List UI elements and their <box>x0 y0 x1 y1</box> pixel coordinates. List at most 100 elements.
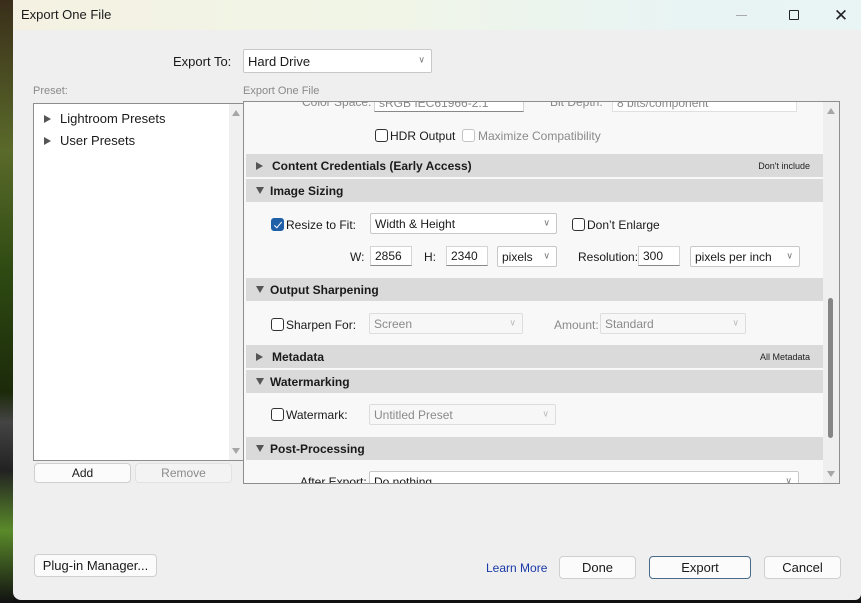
preset-item-user[interactable]: User Presets <box>44 133 135 148</box>
units-value: pixels <box>502 249 533 264</box>
chevron-down-icon: ∨ <box>543 217 550 228</box>
hdr-output-checkbox[interactable] <box>375 129 388 142</box>
resolution-units-value: pixels per inch <box>695 249 772 264</box>
section-metadata[interactable]: Metadata All Metadata <box>246 345 824 368</box>
resolution-label: Resolution: <box>578 250 639 264</box>
units-select[interactable]: pixels ∨ <box>497 246 557 267</box>
height-label: H: <box>424 250 436 264</box>
width-label: W: <box>350 250 365 264</box>
section-post-processing[interactable]: Post-Processing <box>246 437 824 460</box>
chevron-down-icon: ∨ <box>786 250 793 261</box>
color-space-label: Color Space: <box>302 101 372 109</box>
close-icon: ✕ <box>833 5 849 25</box>
section-content-credentials[interactable]: Content Credentials (Early Access) Don't… <box>246 154 824 177</box>
scroll-up-icon[interactable] <box>232 110 240 116</box>
resize-to-fit-label: Resize to Fit: <box>286 218 357 232</box>
section-title: Content Credentials (Early Access) <box>272 158 472 173</box>
height-input[interactable]: 2340 <box>446 246 488 266</box>
desktop-background <box>0 0 14 603</box>
section-title: Watermarking <box>270 374 350 389</box>
amount-select[interactable]: Standard ∨ <box>600 313 746 334</box>
resolution-units-select[interactable]: pixels per inch ∨ <box>690 246 800 267</box>
section-watermarking[interactable]: Watermarking <box>246 370 824 393</box>
scroll-up-icon[interactable] <box>827 108 835 114</box>
dont-enlarge-checkbox[interactable] <box>572 218 585 231</box>
watermark-value: Untitled Preset <box>374 407 453 422</box>
window-title: Export One File <box>21 7 112 22</box>
preset-scrollbar[interactable] <box>229 104 244 460</box>
preset-list: Lightroom Presets User Presets <box>33 103 245 461</box>
export-button[interactable]: Export <box>649 556 751 579</box>
watermark-select[interactable]: Untitled Preset ∨ <box>369 404 556 425</box>
chevron-down-icon: ∨ <box>418 54 425 65</box>
expand-icon <box>256 352 263 361</box>
sharpen-for-value: Screen <box>374 316 413 331</box>
minimize-icon <box>735 14 747 16</box>
section-summary: All Metadata <box>759 351 810 362</box>
amount-label: Amount: <box>554 318 599 332</box>
section-title: Metadata <box>272 349 325 364</box>
settings-panel: Color Space: sRGB IEC61966-2.1 Bit Depth… <box>243 101 840 484</box>
height-value: 2340 <box>451 249 478 263</box>
expand-icon <box>256 161 263 170</box>
close-button[interactable]: ✕ <box>818 0 861 30</box>
sharpen-for-checkbox[interactable] <box>271 318 284 331</box>
watermark-label: Watermark: <box>286 408 348 422</box>
chevron-down-icon: ∨ <box>542 408 549 419</box>
section-summary: Don't include <box>758 160 810 171</box>
color-space-select[interactable]: sRGB IEC61966-2.1 <box>374 102 524 112</box>
chevron-down-icon: ∨ <box>509 317 516 328</box>
after-export-label: After Export: <box>300 475 367 484</box>
resize-mode-select[interactable]: Width & Height ∨ <box>370 213 557 234</box>
export-dialog: Export One File ✕ Export To: Hard Drive … <box>13 0 861 600</box>
collapse-icon <box>256 378 264 385</box>
section-image-sizing[interactable]: Image Sizing <box>246 179 824 202</box>
bit-depth-label: Bit Depth: <box>550 101 603 109</box>
chevron-down-icon: ∨ <box>732 317 739 328</box>
minimize-button[interactable] <box>718 0 764 30</box>
plugin-manager-button[interactable]: Plug-in Manager... <box>34 554 157 577</box>
maximize-compatibility-checkbox[interactable] <box>462 129 475 142</box>
sharpen-for-select[interactable]: Screen ∨ <box>369 313 523 334</box>
chevron-down-icon: ∨ <box>785 475 792 484</box>
collapse-icon <box>256 286 264 293</box>
preset-item-label: Lightroom Presets <box>60 111 166 126</box>
expand-icon <box>44 136 51 145</box>
after-export-select[interactable]: Do nothing ∨ <box>369 471 799 484</box>
export-to-value: Hard Drive <box>248 53 311 69</box>
section-title: Post-Processing <box>270 441 365 456</box>
bit-depth-select[interactable]: 8 bits/component <box>612 101 797 112</box>
hdr-output-label: HDR Output <box>390 129 456 143</box>
collapse-icon <box>256 445 264 452</box>
section-output-sharpening[interactable]: Output Sharpening <box>246 278 824 301</box>
after-export-value: Do nothing <box>374 474 433 484</box>
preset-label: Preset: <box>33 85 68 97</box>
add-preset-button[interactable]: Add <box>34 463 131 483</box>
export-to-select[interactable]: Hard Drive ∨ <box>243 49 432 73</box>
maximize-button[interactable] <box>771 0 817 30</box>
preset-item-lightroom[interactable]: Lightroom Presets <box>44 111 166 126</box>
export-to-label: Export To: <box>173 54 232 69</box>
sharpen-for-label: Sharpen For: <box>286 318 357 332</box>
learn-more-link[interactable]: Learn More <box>486 561 547 575</box>
resize-to-fit-checkbox[interactable] <box>271 218 284 231</box>
chevron-down-icon: ∨ <box>543 250 550 261</box>
done-button[interactable]: Done <box>559 556 636 579</box>
maximize-icon <box>789 10 799 20</box>
scroll-down-icon[interactable] <box>827 471 835 477</box>
cancel-button[interactable]: Cancel <box>764 556 841 579</box>
title-bar: Export One File ✕ <box>13 0 861 30</box>
preset-item-label: User Presets <box>60 133 136 148</box>
collapse-icon <box>256 187 264 194</box>
dont-enlarge-label: Don’t Enlarge <box>587 218 660 232</box>
bit-depth-value: 8 bits/component <box>617 101 709 110</box>
remove-preset-button[interactable]: Remove <box>135 463 232 483</box>
scrollbar-thumb[interactable] <box>828 298 833 438</box>
resolution-input[interactable]: 300 <box>638 246 680 266</box>
watermark-checkbox[interactable] <box>271 408 284 421</box>
amount-value: Standard <box>605 316 654 331</box>
scroll-down-icon[interactable] <box>232 448 240 454</box>
resolution-value: 300 <box>643 249 664 263</box>
settings-scrollbar[interactable] <box>823 102 839 483</box>
width-input[interactable]: 2856 <box>370 246 412 266</box>
